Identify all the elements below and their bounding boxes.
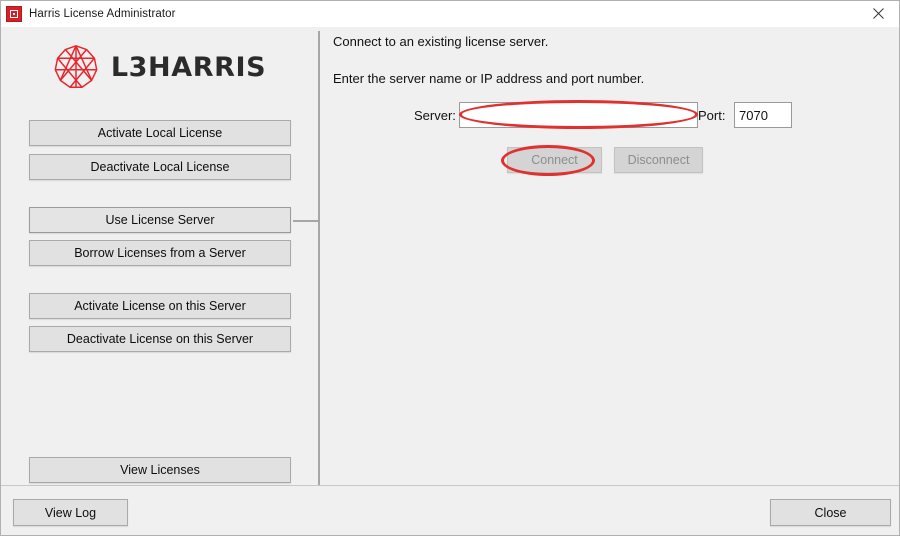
panel-instruction: Enter the server name or IP address and … xyxy=(333,71,645,86)
close-icon xyxy=(872,8,884,19)
harris-app-icon xyxy=(6,6,22,22)
connection-actions: Connect Disconnect xyxy=(320,147,899,177)
sidebar-item-use-license-server[interactable]: Use License Server xyxy=(29,207,291,233)
sidebar-item-borrow-licenses-from-a-server[interactable]: Borrow Licenses from a Server xyxy=(29,240,291,266)
license-server-panel: Connect to an existing license server. E… xyxy=(320,27,899,485)
window-title: Harris License Administrator xyxy=(29,8,176,20)
sidebar-item-activate-local-license[interactable]: Activate Local License xyxy=(29,120,291,146)
sidebar-item-view-licenses[interactable]: View Licenses xyxy=(29,457,291,483)
l3harris-globe-icon xyxy=(53,44,99,90)
sidebar-item-deactivate-license-on-this-server[interactable]: Deactivate License on this Server xyxy=(29,326,291,352)
title-bar: Harris License Administrator xyxy=(1,1,899,28)
disconnect-button[interactable]: Disconnect xyxy=(614,147,703,173)
panel-heading: Connect to an existing license server. xyxy=(333,34,549,49)
sidebar-item-activate-license-on-this-server[interactable]: Activate License on this Server xyxy=(29,293,291,319)
brand-wordmark: L3HARRIS xyxy=(110,51,267,83)
close-button[interactable]: Close xyxy=(770,499,891,526)
view-log-button[interactable]: View Log xyxy=(13,499,128,526)
server-input[interactable] xyxy=(459,102,698,128)
sidebar: L3HARRIS Activate Local License Deactiva… xyxy=(1,27,319,485)
license-administrator-window: Harris License Administrator L3HARRIS Ac… xyxy=(0,0,900,536)
close-window-button[interactable] xyxy=(855,1,899,26)
selection-connector-line xyxy=(293,220,319,222)
port-label: Port: xyxy=(698,108,726,123)
brand-logo: L3HARRIS xyxy=(1,39,318,95)
server-label: Server: xyxy=(414,108,456,123)
footer-bar: View Log Close xyxy=(1,485,899,535)
content-area: L3HARRIS Activate Local License Deactiva… xyxy=(1,27,899,485)
connect-button[interactable]: Connect xyxy=(507,147,602,173)
sidebar-item-deactivate-local-license[interactable]: Deactivate Local License xyxy=(29,154,291,180)
server-field-row: Server: Port: xyxy=(320,101,899,131)
port-input[interactable] xyxy=(734,102,792,128)
